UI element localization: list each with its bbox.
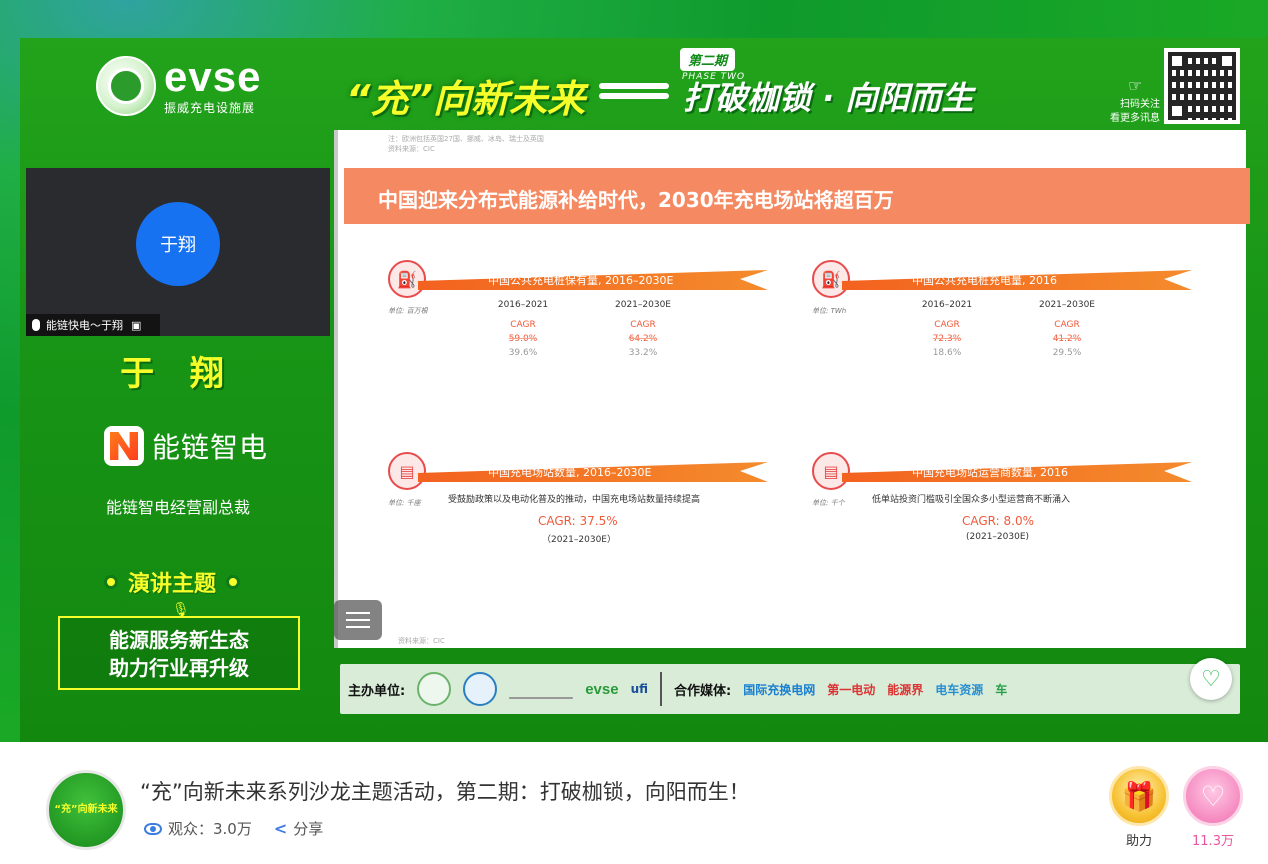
charger-icon: ⛽ [388,260,426,298]
organizer-seal-icon [417,672,452,706]
quadrant-description: 受鼓励政策以及电动化普及的推动，中国充电场站数量持续提高 [448,495,701,505]
company-logo: 能链智电 [104,426,268,466]
quadrant-unit: 单位: 百万根 [388,307,428,315]
period-column: 2016–2021 CAGR 59.0% 39.6% [497,300,549,358]
gift-button[interactable]: 🎁 助力 [1108,766,1170,849]
quadrant-charging-stations: ▤ 中国充电场站数量, 2016–2030E 单位: 千座 受鼓励政策以及电动化… [338,452,768,582]
pointing-hand-icon: ☞ [1128,76,1143,95]
media-logo: 第一电动 [827,682,876,697]
qr-pattern [1168,52,1236,120]
banner-dash [598,92,669,99]
banner-main-text: “充”向新未来 [346,77,585,121]
banner-sub-text: 打破枷锁 · 向阳而生 [682,78,974,117]
organizer-label: 主办单位: [348,683,406,699]
organizer-ufi-logo: ufi [630,682,649,696]
quadrant-description: 低单站投资门槛吸引全国众多小型运营商不断涌入 [872,495,1071,505]
topic-box: 能源服务新生态 助力行业再升级 [58,616,300,690]
share-icon: < [273,819,288,838]
slide-title: 中国迎来分布式能源补给时代，2030年充电场站将超百万 [378,188,894,212]
period-column: 2021–2030E CAGR 41.2% 29.5% [1039,300,1095,358]
sponsors-bar: 主办单位: evse ufi 合作媒体: 国际充换电网 第一电动 能源界 电车资… [340,664,1240,714]
quadrant-ribbon-title: 中国充电场站运营商数量, 2016 [912,466,1068,479]
like-button[interactable]: ♡ 11.3万 [1182,766,1244,849]
media-logo: 能源界 [887,682,924,697]
speaker-title: 能链智电经营副总裁 [105,498,250,517]
video-label-bar: 能链快电～于翔 ▣ [26,314,160,336]
organizer-evse-logo: evse [585,680,619,698]
quadrant-ribbon-title: 中国充电场站数量, 2016–2030E [488,466,652,479]
presentation-slide: 注：欧洲包括英国27国、挪威、冰岛、瑞士及英国 资料来源：CIC 中国迎来分布式… [334,130,1250,648]
quadrant-cagr: CAGR: 37.5% [538,514,618,528]
heart-react-button[interactable]: ♡ [1190,658,1232,700]
heart-icon: ♡ [1201,666,1221,692]
speaker-video-avatar: 于翔 [136,202,220,286]
topic-heading-text: 演讲主题 [128,572,217,597]
topic-line-1: 能源服务新生态 [109,628,249,652]
share-button[interactable]: < 分享 [274,818,323,839]
qr-code[interactable] [1164,48,1240,124]
quadrant-unit: 单位: 千个 [812,499,845,507]
quadrant-station-operators: ▤ 中国充电场站运营商数量, 2016 单位: 千个 低单站投资门槛吸引全国众多… [762,452,1192,582]
logo-subtitle: 振威充电设施展 [164,100,256,115]
evse-logo: evse 振威充电设施展 [96,52,262,116]
media-logo: 车 [995,682,1008,697]
company-mark-icon [104,426,144,466]
speaker-name: 于 翔 [120,354,236,394]
quadrant-period: （2021–2030E） [542,535,616,545]
quadrant-ribbon-title: 中国公共充电桩保有量, 2016–2030E [488,274,674,287]
qr-caption: 扫码关注 看更多讯息 [1110,99,1160,124]
viewers-count: 观众：3.0万 [144,818,252,839]
like-count: 11.3万 [1192,834,1234,849]
slide-menu-button[interactable] [334,600,382,640]
media-logo: 电车资源 [935,682,984,697]
banner-title: “充”向新未来 打破枷锁 · 向阳而生 [346,68,973,123]
gift-label: 助力 [1125,834,1152,849]
period-column: 2021–2030E CAGR 64.2% 33.2% [615,300,671,358]
meta-row: 观众：3.0万 < 分享 [144,818,323,839]
organizer-car-logo [509,679,574,699]
microphone-icon [32,319,40,331]
channel-avatar[interactable]: “充”向新未来 [46,770,126,850]
quadrant-ribbon-title: 中国公共充电桩充电量, 2016 [912,274,1057,287]
heart-icon: ♡ [1183,766,1243,826]
station-icon: ▤ [812,452,850,490]
station-icon: ▤ [388,452,426,490]
bullet-dot-icon [104,575,118,589]
menu-icon [346,612,370,614]
quadrant-unit: 单位: TWh [812,307,847,315]
slide-source: 资料来源：CIC [398,637,445,645]
quadrant-period: (2021–2030E) [966,532,1030,542]
eye-icon [144,822,162,835]
organizer-globe-icon [463,672,498,706]
charger-icon: ⛽ [812,260,850,298]
topic-heading: 演讲主题 [104,566,241,598]
company-name: 能链智电 [152,431,269,464]
camera-icon: ▣ [131,318,142,332]
media-logo: 国际充换电网 [743,682,816,697]
topic-line-2: 助力行业再升级 [109,656,249,680]
video-label: 能链快电～于翔 [46,319,123,332]
quadrant-unit: 单位: 千座 [388,499,421,507]
quadrant-cagr: CAGR: 8.0% [962,514,1034,528]
quadrant-charging-volume: ⛽ 中国公共充电桩充电量, 2016 单位: TWh 2016–2021 CAG… [762,260,1192,390]
divider [660,672,663,706]
speaker-video[interactable]: 于翔 能链快电～于翔 ▣ [26,168,330,336]
evse-logo-icon [96,56,156,116]
logo-text: evse [164,52,262,100]
quadrant-public-chargers: ⛽ 中国公共充电桩保有量, 2016–2030E 单位: 百万根 2016–20… [338,260,768,390]
gift-icon: 🎁 [1109,766,1169,826]
slide-note: 注：欧洲包括英国27国、挪威、冰岛、瑞士及英国 资料来源：CIC [388,135,544,153]
media-label: 合作媒体: [674,683,732,699]
event-title: “充”向新未来系列沙龙主题活动，第二期：打破枷锁，向阳而生！ [140,780,750,804]
bullet-dot-icon [226,575,241,589]
period-column: 2016–2021 CAGR 72.3% 18.6% [921,300,973,358]
